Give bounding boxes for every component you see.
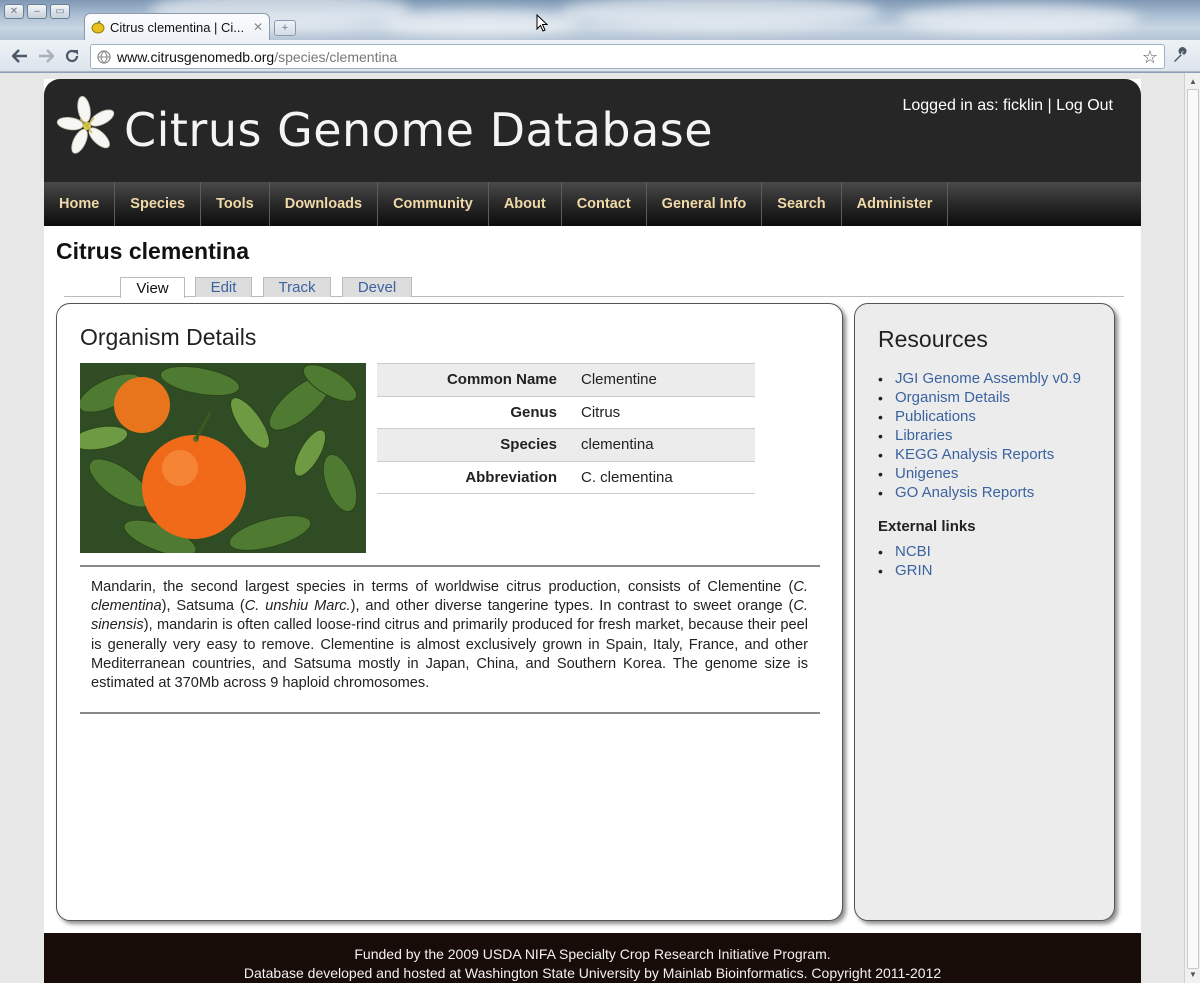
lemon-favicon-icon [91,20,105,34]
address-bar[interactable]: www.citrusgenomedb.org/species/clementin… [90,44,1165,69]
external-links-list: NCBIGRIN [878,542,933,580]
reload-icon[interactable] [62,46,82,66]
citrus-blossom-logo-icon[interactable] [56,95,118,157]
resource-link-go-analysis-reports[interactable]: GO Analysis Reports [878,483,1081,502]
resources-sidebar: Resources JGI Genome Assembly v0.9Organi… [854,303,1115,921]
description-text: ), mandarin is often called loose-rind c… [91,617,808,692]
divider [80,712,820,714]
new-tab-icon[interactable]: + [274,20,296,36]
resources-list: JGI Genome Assembly v0.9Organism Details… [878,369,1081,502]
italic-taxon: C. unshiu Marc. [244,598,351,615]
tab-view[interactable]: View [120,277,185,298]
tab-devel[interactable]: Devel [342,277,412,297]
row-label: Abbreviation [465,468,557,486]
window-controls: ✕ – ▭ [4,4,70,19]
login-status[interactable]: Logged in as: ficklin | Log Out [902,97,1113,115]
maximize-window-icon[interactable]: ▭ [50,4,70,19]
site-footer: Funded by the 2009 USDA NIFA Specialty C… [44,933,1141,983]
close-window-icon[interactable]: ✕ [4,4,24,19]
nav-item-community[interactable]: Community [378,182,489,226]
description-text: Mandarin, the second largest species in … [91,579,794,595]
mouse-cursor-icon [536,13,549,37]
vertical-scrollbar[interactable]: ▲ ▼ [1184,73,1200,983]
site-container: Citrus Genome Database Logged in as: fic… [44,79,1141,983]
resource-link-organism-details[interactable]: Organism Details [878,388,1081,407]
external-link-ncbi[interactable]: NCBI [878,542,933,561]
row-value: clementina [581,436,654,454]
organism-details-box: Organism Details Common Name Clementine … [56,303,843,921]
scroll-thumb[interactable] [1187,89,1199,969]
nav-item-administer[interactable]: Administer [842,182,949,226]
tab-edit[interactable]: Edit [195,277,252,297]
description-text: ), and other diverse tangerine types. In… [350,598,794,615]
footer-funding: Funded by the 2009 USDA NIFA Specialty C… [354,946,831,962]
resource-link-libraries[interactable]: Libraries [878,426,1081,445]
organism-details-table: Common Name Clementine Genus Citrus Species c… [377,363,755,494]
resources-title: Resources [878,326,988,352]
row-value: Clementine [581,371,657,389]
nav-item-species[interactable]: Species [115,182,202,226]
local-tabs: View Edit Track Devel [64,277,1124,298]
scroll-up-arrow-icon[interactable]: ▲ [1189,77,1197,86]
nav-item-tools[interactable]: Tools [201,182,270,226]
browser-tab[interactable]: Citrus clementina | Ci... ✕ [84,13,270,40]
resource-link-jgi-genome-assembly-v0-9[interactable]: JGI Genome Assembly v0.9 [878,369,1081,388]
page-viewport: Citrus Genome Database Logged in as: fic… [0,73,1184,983]
back-icon[interactable] [10,46,30,66]
nav-item-about[interactable]: About [489,182,562,226]
bookmark-star-icon[interactable]: ☆ [1142,47,1158,68]
browser-toolbar: www.citrusgenomedb.org/species/clementin… [0,40,1200,72]
main-navigation: Home Species Tools Downloads Community About C… [44,182,1141,226]
tab-track[interactable]: Track [263,277,331,297]
nav-item-home[interactable]: Home [44,182,116,226]
row-label: Genus [510,403,557,421]
site-title[interactable]: Citrus Genome Database [124,103,713,157]
external-link-grin[interactable]: GRIN [878,561,933,580]
resource-link-kegg-analysis-reports[interactable]: KEGG Analysis Reports [878,445,1081,464]
external-links-title: External links [878,518,976,535]
table-row: Genus Citrus [377,396,755,429]
description-text: ), Satsuma ( [161,598,245,615]
forward-icon[interactable] [36,46,56,66]
page-title: Citrus clementina [56,238,249,264]
resource-link-unigenes[interactable]: Unigenes [878,464,1081,483]
nav-item-search[interactable]: Search [762,182,842,226]
organism-description: Mandarin, the second largest species in … [91,578,808,693]
row-value: C. clementina [581,468,673,486]
table-row: Abbreviation C. clementina [377,461,755,494]
url-host: www.citrusgenomedb.org [117,48,275,65]
browser-titlebar: ✕ – ▭ Citrus clementina | Ci... ✕ + [0,0,1200,40]
url-path: /species/clementina [274,48,398,65]
footer-copyright: Database developed and hosted at Washing… [243,965,942,981]
tab-title: Citrus clementina | Ci... [110,19,245,35]
clementine-photo [80,363,366,553]
scroll-down-arrow-icon[interactable]: ▼ [1189,970,1197,979]
table-row: Species clementina [377,428,755,461]
table-row: Common Name Clementine [377,363,755,396]
row-value: Citrus [581,403,621,421]
nav-item-general-info[interactable]: General Info [647,182,763,226]
section-title: Organism Details [80,324,257,350]
divider [80,565,820,567]
globe-icon [97,49,111,64]
site-header: Citrus Genome Database Logged in as: fic… [44,79,1141,182]
tab-close-icon[interactable]: ✕ [253,20,263,34]
wrench-menu-icon[interactable] [1172,47,1190,70]
row-label: Common Name [446,371,557,389]
minimize-window-icon[interactable]: – [27,4,47,19]
row-label: Species [500,436,557,454]
resource-link-publications[interactable]: Publications [878,407,1081,426]
nav-item-contact[interactable]: Contact [562,182,647,226]
nav-item-downloads[interactable]: Downloads [270,182,379,226]
